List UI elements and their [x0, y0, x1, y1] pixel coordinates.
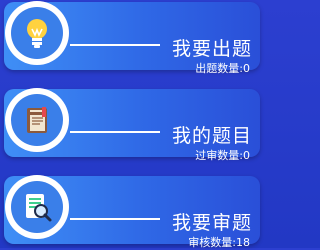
review-questions-title: 我要审题 — [172, 212, 253, 234]
notebook-icon — [11, 94, 63, 146]
my-questions-count: 过审数量:0 — [195, 149, 250, 162]
divider-line — [70, 44, 160, 46]
divider-line — [70, 218, 160, 220]
lightbulb-icon — [11, 7, 63, 59]
review-questions-card[interactable]: 我要审题 审核数量:18 — [4, 175, 260, 249]
my-questions-icon-frame — [5, 88, 69, 152]
my-questions-title: 我的题目 — [172, 125, 253, 147]
divider-line — [70, 131, 160, 133]
create-question-title: 我要出题 — [172, 38, 253, 60]
create-question-card[interactable]: 我要出题 出题数量:0 — [4, 1, 260, 75]
my-questions-card[interactable]: 我的题目 过审数量:0 — [4, 88, 260, 162]
create-question-count: 出题数量:0 — [195, 62, 250, 75]
create-question-icon-frame — [5, 1, 69, 65]
document-search-icon — [11, 181, 63, 233]
review-questions-icon-frame — [5, 175, 69, 239]
